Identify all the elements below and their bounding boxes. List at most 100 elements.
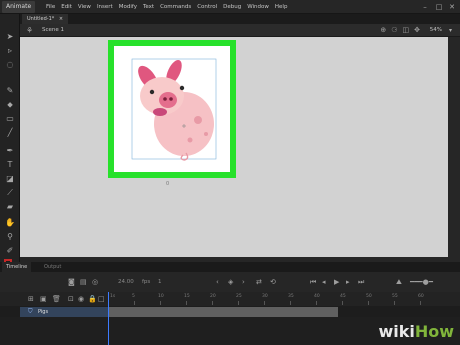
stage[interactable] (38, 37, 448, 257)
loop-icon[interactable]: ⟲ (270, 276, 276, 288)
line-tool-icon[interactable]: ╱ (4, 128, 16, 138)
maximize-button[interactable]: □ (434, 2, 444, 12)
watermark-suffix: How (414, 322, 454, 341)
document-tab-label: Untitled-1* (27, 16, 55, 22)
play-icon[interactable]: ▶ (334, 276, 339, 288)
highlight-layer-icon[interactable]: ⊡ (68, 294, 74, 304)
new-layer-icon[interactable]: ⊞ (28, 294, 34, 304)
ruler-mark: 35 (288, 294, 294, 299)
menu-help[interactable]: Help (275, 0, 288, 14)
clip-canvas-icon[interactable]: ◫ (403, 24, 410, 37)
eraser-icon[interactable]: ▰ (4, 202, 16, 212)
menu-window[interactable]: Window (247, 0, 269, 14)
app-name-badge[interactable]: Animate (2, 1, 36, 13)
first-frame-icon[interactable]: ⏮ (310, 276, 316, 288)
pasteboard (20, 37, 38, 257)
menu-view[interactable]: View (78, 0, 91, 14)
ruler-mark: 25 (236, 294, 242, 299)
edit-symbols-icon[interactable]: ⚆ (391, 24, 397, 37)
text-tool-icon[interactable]: T (4, 160, 16, 170)
frame-ruler[interactable]: 1s 5 10 15 20 25 30 35 40 45 50 55 60 (108, 292, 460, 306)
document-tab-close-icon[interactable]: × (59, 16, 63, 22)
scene-tools: ⊕ ⚆ ◫ ✥ (375, 24, 420, 37)
stage-vertical-scrollbar[interactable] (448, 37, 460, 257)
wikihow-watermark: wikiHow (378, 322, 454, 341)
onion-skin-icon[interactable]: ◎ (92, 276, 98, 288)
paint-bucket-icon[interactable]: ◪ (4, 174, 16, 184)
scene-name[interactable]: Scene 1 (42, 24, 64, 37)
ruler-tick (160, 301, 161, 305)
timeline-zoom-slider[interactable]: ━━━●━ (410, 276, 433, 288)
subselection-tool-icon[interactable]: ▹ (4, 46, 16, 56)
chevron-left-icon[interactable]: ‹ (216, 276, 219, 288)
lock-icon[interactable]: 🔒 (88, 294, 97, 304)
close-button[interactable]: ✕ (447, 2, 457, 12)
outline-icon[interactable]: □ (98, 294, 105, 304)
panel-tabs: Timeline Output (0, 262, 460, 272)
watermark-prefix: wiki (378, 322, 415, 341)
new-folder-icon[interactable]: ▣ (40, 294, 47, 304)
menu-edit[interactable]: Edit (61, 0, 72, 14)
eyedropper-icon[interactable]: ⟋ (4, 188, 16, 198)
chevron-down-icon[interactable]: ▾ (449, 24, 452, 37)
stroke-color-icon[interactable]: ✐ (4, 246, 16, 256)
ruler-mark: 40 (314, 294, 320, 299)
layer-row[interactable]: ⛉ Pigs (20, 307, 108, 317)
menu-commands[interactable]: Commands (160, 0, 191, 14)
delete-layer-icon[interactable]: 🗑 (52, 294, 61, 304)
tab-output[interactable]: Output (40, 262, 65, 272)
keyframe-icon[interactable]: ◈ (228, 276, 233, 288)
fps-field[interactable]: 24.00 (118, 276, 134, 288)
menu-control[interactable]: Control (197, 0, 217, 14)
lasso-tool-icon[interactable]: ◌ (4, 60, 16, 70)
ruler-mark: 5 (132, 294, 135, 299)
ruler-mark: 30 (262, 294, 268, 299)
camera-icon[interactable]: ◙ (68, 276, 75, 288)
frame-field[interactable]: 1 (158, 276, 162, 288)
ruler-tick (420, 301, 421, 305)
menu-text[interactable]: Text (143, 0, 154, 14)
zoom-dropdown[interactable]: 54% (430, 24, 442, 37)
minimize-button[interactable]: – (420, 2, 430, 12)
ruler-mark: 10 (158, 294, 164, 299)
timeline-zoom-icon[interactable]: ⛰ (396, 276, 402, 288)
brush-tool-icon[interactable]: ✎ (4, 86, 16, 96)
pig-character-image[interactable] (126, 56, 220, 162)
tween-icon[interactable]: ⇄ (256, 276, 262, 288)
artboard-highlight[interactable] (108, 40, 236, 178)
menu-file[interactable]: File (46, 0, 55, 14)
ruler-tick (342, 301, 343, 305)
snap-icon[interactable]: ⊕ (380, 24, 386, 37)
show-hide-icon[interactable]: ◉ (78, 294, 84, 304)
step-back-icon[interactable]: ◂ (322, 276, 326, 288)
selection-tool-icon[interactable]: ➤ (4, 32, 16, 42)
center-stage-icon[interactable]: ✥ (414, 24, 420, 37)
ruler-tick (134, 301, 135, 305)
layer-depth-icon[interactable]: ▤ (80, 276, 87, 288)
ruler-tick (290, 301, 291, 305)
chevron-right-icon[interactable]: › (242, 276, 245, 288)
ruler-tick (394, 301, 395, 305)
frame-span[interactable] (108, 307, 338, 317)
fps-unit-icon: fps (142, 279, 151, 285)
ruler-tick (238, 301, 239, 305)
ruler-mark: 60 (418, 294, 424, 299)
ruler-mark: 45 (340, 294, 346, 299)
ruler-mark: 1s (110, 294, 116, 299)
rectangle-tool-icon[interactable]: ▭ (4, 114, 16, 124)
pen-tool-icon[interactable]: ✒ (4, 146, 16, 156)
last-frame-icon[interactable]: ⏭ (358, 276, 364, 288)
scene-bar: ⚘ Scene 1 ⊕ ⚆ ◫ ✥ 54% ▾ (20, 24, 460, 37)
zoom-tool-icon[interactable]: ⚲ (4, 232, 16, 242)
scene-clapper-icon[interactable]: ⚘ (26, 25, 33, 36)
paint-brush-icon[interactable]: ⬥ (4, 100, 16, 110)
menu-insert[interactable]: Insert (97, 0, 113, 14)
playhead[interactable] (108, 292, 109, 345)
menu-debug[interactable]: Debug (223, 0, 241, 14)
document-tab[interactable]: Untitled-1* × (22, 14, 69, 24)
tab-timeline[interactable]: Timeline (2, 262, 32, 272)
step-forward-icon[interactable]: ▸ (346, 276, 350, 288)
hand-tool-icon[interactable]: ✋ (4, 218, 16, 228)
menu-modify[interactable]: Modify (119, 0, 137, 14)
layer-name[interactable]: Pigs (38, 307, 48, 317)
